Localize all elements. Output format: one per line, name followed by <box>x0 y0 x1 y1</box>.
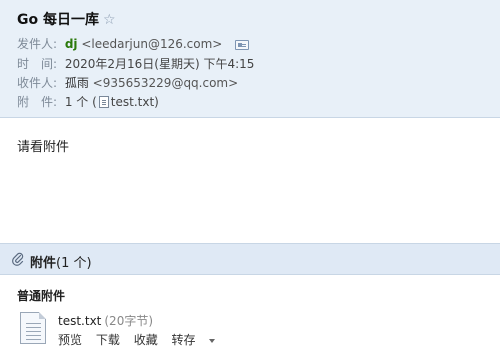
attachment-bar: 附件(1 个) <box>0 243 500 275</box>
txt-file-icon[interactable] <box>20 312 46 344</box>
attachment-paren: ) <box>154 95 159 109</box>
attachment-count: 1 个 ( <box>64 95 97 109</box>
star-outline-icon[interactable]: ☆ <box>103 12 116 28</box>
contact-card-icon[interactable] <box>235 39 250 50</box>
sender-name[interactable]: dj <box>65 37 78 51</box>
download-link[interactable]: 下载 <box>96 333 120 347</box>
attachment-file-link[interactable]: test.txt <box>111 95 154 109</box>
paperclip-svg <box>12 252 24 266</box>
file-line <box>26 331 41 332</box>
attachment-file-size: (20字节) <box>104 314 154 328</box>
save-to-label: 转存 <box>171 333 196 347</box>
paperclip-icon <box>12 252 24 270</box>
attachment-file-name[interactable]: test.txt <box>58 314 101 328</box>
attachment-actions: 预览 下载 收藏 转存 <box>58 331 235 348</box>
preview-link[interactable]: 预览 <box>58 333 82 347</box>
subject-text: Go 每日一库 <box>17 12 99 28</box>
attachment-bar-label: 附件 <box>30 256 57 271</box>
to-row: 收件人: 孤雨 <935653229@qq.com> <box>17 74 238 91</box>
recipient-name[interactable]: 孤雨 <box>65 76 89 90</box>
attachment-bar-count: (1 个) <box>56 256 92 271</box>
chevron-down-icon <box>208 338 215 343</box>
email-subject: Go 每日一库 ☆ <box>17 9 116 29</box>
email-body: 请看附件 <box>17 140 70 155</box>
time-row: 时 间: 2020年2月16日(星期天) 下午4:15 <box>17 55 254 72</box>
time-value: 2020年2月16日(星期天) 下午4:15 <box>64 57 255 71</box>
file-line <box>26 323 41 324</box>
file-line <box>26 335 41 336</box>
email-header: Go 每日一库 ☆ 发件人: dj <leedarjun@126.com> 时 间… <box>0 0 500 118</box>
attachment-bar-title: 附件(1 个) <box>30 252 92 271</box>
attachment-file: test.txt (20字节) <box>58 312 153 329</box>
from-label: 发件人: <box>17 37 58 51</box>
attachment-label: 附 件: <box>17 95 58 109</box>
from-row: 发件人: dj <leedarjun@126.com> <box>17 35 250 52</box>
recipient-address[interactable]: <935653229@qq.com> <box>93 76 239 90</box>
file-line <box>26 339 41 340</box>
time-label: 时 间: <box>17 57 58 71</box>
favorite-link[interactable]: 收藏 <box>134 333 158 347</box>
attachment-row: 附 件: 1 个 ( test.txt) <box>17 93 159 110</box>
file-icon <box>98 96 109 108</box>
section-label: 普通附件 <box>17 289 66 303</box>
to-label: 收件人: <box>17 76 58 90</box>
file-line <box>26 327 41 328</box>
save-to-link[interactable]: 转存 <box>172 333 225 347</box>
sender-address[interactable]: <leedarjun@126.com> <box>81 37 222 51</box>
